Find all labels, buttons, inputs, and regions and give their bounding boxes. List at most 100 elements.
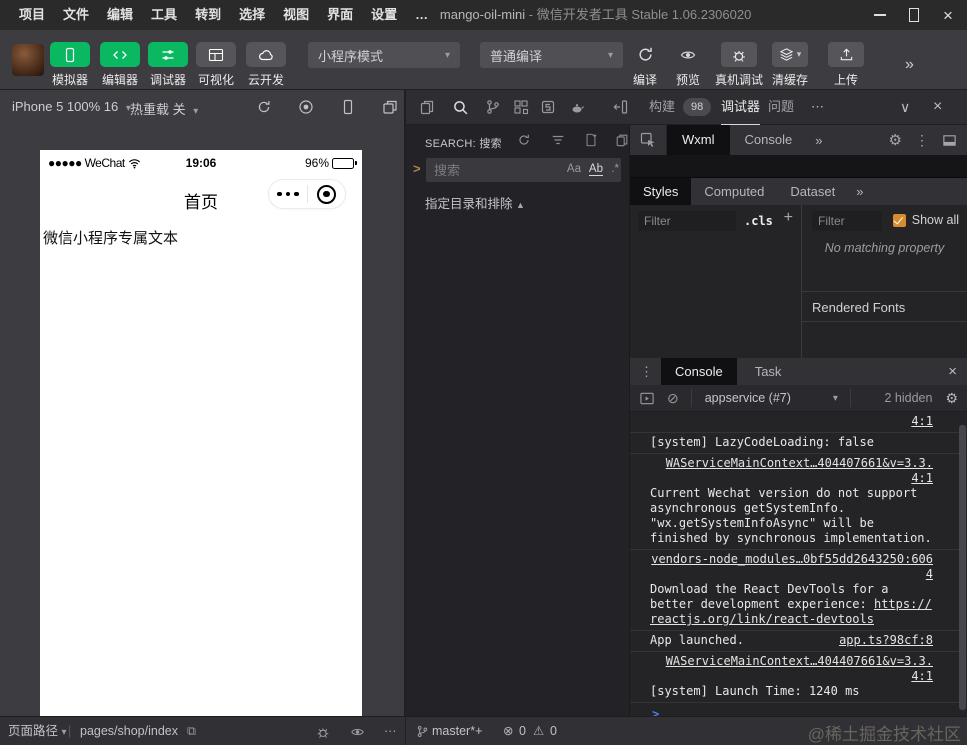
editor-toggle-button[interactable]: 编辑器: [96, 42, 144, 88]
hidden-messages-label[interactable]: 2 hidden: [884, 391, 932, 405]
git-branch-label[interactable]: master*+: [432, 717, 482, 745]
menu-file[interactable]: 文件: [54, 0, 98, 30]
preview-button[interactable]: 预览: [664, 42, 712, 88]
minimize-button[interactable]: [863, 0, 897, 30]
extensions-icon[interactable]: [513, 99, 529, 115]
copy-path-icon[interactable]: ⧉: [187, 717, 196, 745]
record-icon[interactable]: [298, 99, 314, 115]
menu-goto[interactable]: 转到: [186, 0, 230, 30]
error-icon[interactable]: ⊗: [503, 717, 513, 745]
more-tabs-button[interactable]: »: [815, 133, 822, 148]
context-select[interactable]: appservice (#7): [705, 391, 791, 405]
new-rule-button[interactable]: +: [784, 209, 793, 227]
device-frame-icon[interactable]: [340, 99, 356, 115]
source-link[interactable]: 4:1: [911, 414, 933, 428]
remote-debug-button[interactable]: 真机调试: [711, 42, 767, 88]
rotate-icon[interactable]: [256, 99, 272, 115]
console-prompt[interactable]: >: [630, 703, 967, 716]
dock-side-icon[interactable]: [942, 133, 957, 148]
refresh-search-icon[interactable]: [517, 133, 531, 147]
statusbar-bug-icon[interactable]: [316, 725, 330, 739]
source-link[interactable]: vendors-node_modules…0bf55dd2643250:6064: [651, 552, 933, 581]
visualization-button[interactable]: 可视化: [192, 42, 240, 88]
tab-console-sub[interactable]: Console: [661, 358, 737, 385]
tab-dataset[interactable]: Dataset: [777, 178, 848, 205]
tab-wxml[interactable]: Wxml: [667, 125, 730, 155]
inspect-element-icon[interactable]: [640, 132, 656, 148]
console-settings-icon[interactable]: ⚙: [945, 390, 958, 407]
menu-tools[interactable]: 工具: [142, 0, 186, 30]
cls-button[interactable]: .cls: [744, 214, 773, 228]
show-sidebar-icon[interactable]: [639, 391, 655, 406]
source-link[interactable]: 4:1: [911, 669, 933, 683]
menu-project[interactable]: 项目: [10, 0, 54, 30]
tab-build[interactable]: 构建: [649, 90, 675, 124]
tab-debugger[interactable]: 调试器: [721, 90, 760, 126]
statusbar-more-button[interactable]: ⋯: [384, 717, 397, 745]
avatar[interactable]: [12, 44, 44, 76]
clear-console-icon[interactable]: ⊘: [667, 391, 679, 405]
clear-results-icon[interactable]: [551, 133, 565, 147]
tab-computed[interactable]: Computed: [691, 178, 777, 205]
panel-toggle-icon[interactable]: [613, 99, 629, 115]
console-log-area[interactable]: 4:1 [system] LazyCodeLoading: false WASe…: [630, 412, 967, 716]
git-branch-icon[interactable]: [416, 725, 429, 738]
kebab-menu-icon[interactable]: ⋮: [915, 132, 929, 149]
console-scrollbar[interactable]: [959, 425, 966, 710]
close-button[interactable]: ×: [931, 0, 965, 30]
device-select[interactable]: iPhone 5 100% 16 ▾: [12, 99, 131, 114]
menu-interface[interactable]: 界面: [318, 0, 362, 30]
show-all-control[interactable]: Show all: [893, 213, 959, 227]
close-console-icon[interactable]: ×: [948, 363, 957, 380]
tab-task[interactable]: Task: [741, 358, 796, 385]
statusbar-eye-icon[interactable]: [350, 725, 365, 739]
new-file-icon[interactable]: [584, 133, 598, 147]
source-link[interactable]: WAServiceMainContext…404407661&v=3.3.: [666, 456, 933, 470]
search-exclude-toggle[interactable]: 指定目录和排除 ▲: [425, 193, 525, 212]
mode-select[interactable]: 小程序模式 ▾: [308, 42, 460, 68]
regex-toggle[interactable]: .*: [611, 163, 619, 175]
menu-more[interactable]: …: [406, 0, 437, 30]
compile-mode-select[interactable]: 普通编译 ▾: [480, 42, 623, 68]
error-count[interactable]: 0: [519, 717, 526, 745]
upload-button[interactable]: 上传: [822, 42, 870, 88]
simulator-toggle-button[interactable]: 模拟器: [46, 42, 94, 88]
computed-filter-input[interactable]: [812, 211, 882, 231]
maximize-button[interactable]: [897, 0, 931, 30]
collapse-panel-button[interactable]: ∨: [900, 90, 910, 124]
source-link[interactable]: WAServiceMainContext…404407661&v=3.3.: [666, 654, 933, 668]
source-link[interactable]: app.ts?98cf:8: [839, 633, 933, 648]
warning-icon[interactable]: ⚠: [533, 717, 544, 745]
more-menu-button[interactable]: [269, 192, 307, 197]
menu-select[interactable]: 选择: [230, 0, 274, 30]
tab-styles[interactable]: Styles: [630, 178, 691, 205]
menu-settings[interactable]: 设置: [362, 0, 406, 30]
close-panel-button[interactable]: ×: [933, 90, 942, 124]
match-word-toggle[interactable]: Ab: [589, 163, 603, 176]
wxml-tree-area[interactable]: [630, 155, 967, 178]
gear-icon[interactable]: ⚙: [889, 131, 902, 149]
menu-view[interactable]: 视图: [274, 0, 318, 30]
copy-results-icon[interactable]: [615, 133, 629, 147]
styles-more-button[interactable]: »: [856, 184, 863, 199]
compile-button[interactable]: 编译: [621, 42, 669, 88]
source-link[interactable]: 4:1: [911, 471, 933, 485]
files-icon[interactable]: [419, 99, 435, 115]
square-s-icon[interactable]: [540, 99, 556, 115]
console-kebab-icon[interactable]: ⋮: [640, 364, 653, 380]
tabs-more-button[interactable]: ⋯: [811, 90, 824, 124]
toolbar-more-button[interactable]: »: [905, 56, 914, 74]
mock-icon[interactable]: [569, 99, 585, 115]
search-icon[interactable]: [452, 99, 469, 116]
exit-miniprogram-button[interactable]: [308, 185, 346, 204]
menu-edit[interactable]: 编辑: [98, 0, 142, 30]
match-case-toggle[interactable]: Aa: [567, 163, 581, 175]
tab-console[interactable]: Console: [730, 125, 808, 155]
cloud-dev-button[interactable]: 云开发: [242, 42, 290, 88]
expand-chevron-icon[interactable]: >: [413, 161, 421, 176]
git-branch-icon[interactable]: [485, 99, 501, 115]
page-path-value[interactable]: pages/shop/index: [80, 717, 178, 745]
tab-problems[interactable]: 问题: [768, 90, 794, 124]
warning-count[interactable]: 0: [550, 717, 557, 745]
hot-reload-toggle[interactable]: 热重载 关 ▾: [130, 99, 198, 118]
